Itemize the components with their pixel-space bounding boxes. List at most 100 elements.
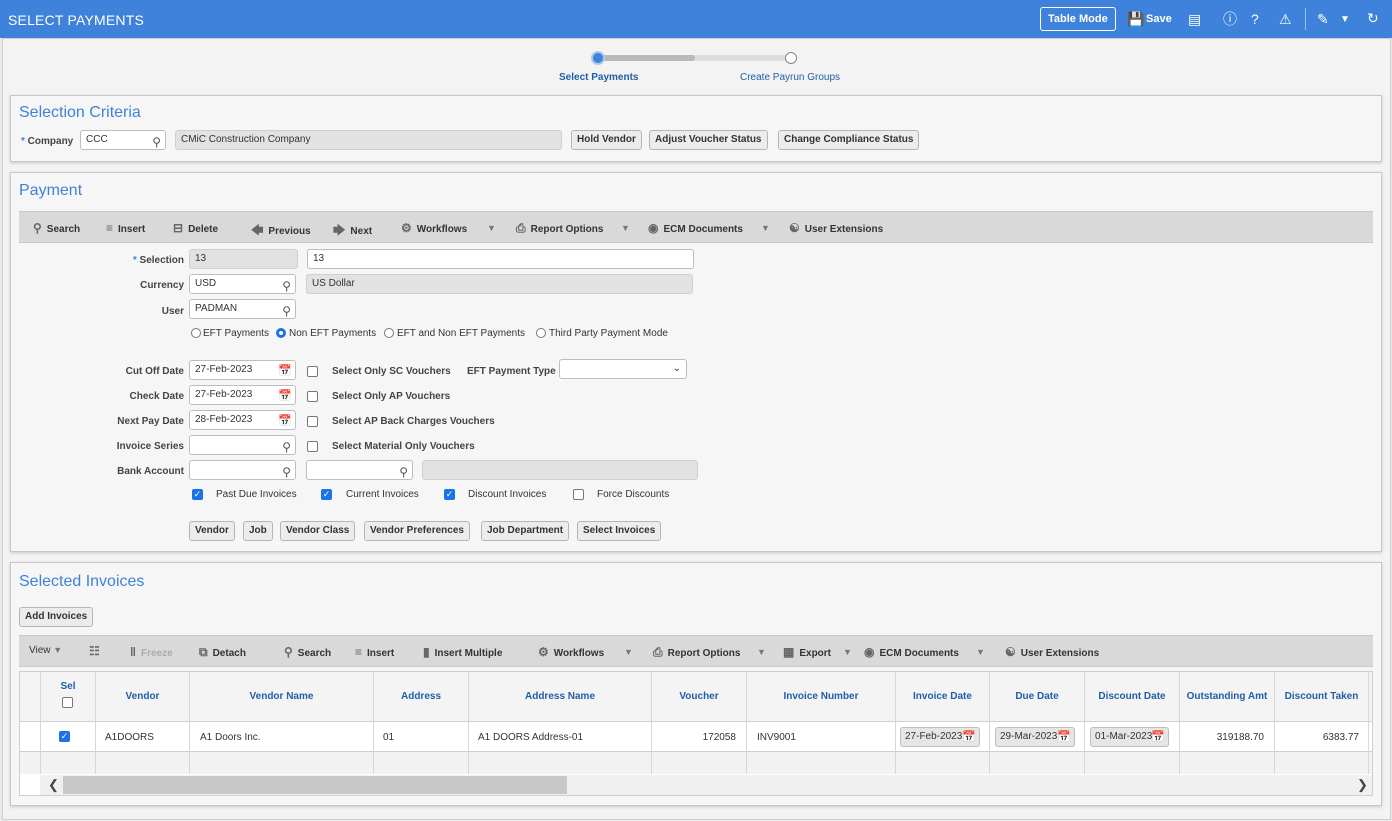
column-header-invoice-number[interactable]: Invoice Number bbox=[747, 691, 895, 702]
company-field[interactable]: CCC ⚲ bbox=[80, 130, 166, 150]
cell-outstanding-amt[interactable]: 319188.70 bbox=[1180, 732, 1264, 743]
toolbar-view[interactable]: View ▼ bbox=[29, 645, 62, 656]
step-2-marker[interactable] bbox=[785, 52, 797, 64]
third-party-radio[interactable] bbox=[536, 328, 546, 338]
toolbar-user-extensions[interactable]: ☯ User Extensions bbox=[1005, 645, 1099, 659]
search-icon[interactable]: ⚲ bbox=[399, 463, 408, 481]
force-discounts-checkbox[interactable] bbox=[573, 489, 584, 500]
search-icon[interactable]: ⚲ bbox=[152, 133, 161, 151]
calendar-icon[interactable]: 📅 bbox=[1057, 728, 1071, 746]
bank-account-2-field[interactable]: ⚲ bbox=[306, 460, 413, 480]
chevron-down-icon[interactable]: ▼ bbox=[976, 647, 985, 657]
select-only-sc-checkbox[interactable] bbox=[307, 366, 318, 377]
scroll-left-icon[interactable]: ❮ bbox=[48, 777, 59, 793]
column-header-voucher[interactable]: Voucher bbox=[652, 691, 746, 702]
toolbar-workflows[interactable]: ⚙ Workflows bbox=[401, 221, 467, 235]
toolbar-insert[interactable]: ≡ Insert bbox=[355, 645, 394, 659]
column-header-address[interactable]: Address bbox=[374, 691, 468, 702]
eft-and-non-eft-radio[interactable] bbox=[384, 328, 394, 338]
user-field[interactable]: PADMAN ⚲ bbox=[189, 299, 296, 319]
change-compliance-status-button[interactable]: Change Compliance Status bbox=[778, 130, 920, 150]
cell-vendor-name[interactable]: A1 Doors Inc. bbox=[200, 732, 261, 743]
cell-invoice-number[interactable]: INV9001 bbox=[757, 732, 796, 743]
calendar-icon[interactable]: 📅 bbox=[278, 387, 292, 405]
cell-due-date[interactable]: 29-Mar-2023 📅 bbox=[995, 727, 1075, 747]
check-date-field[interactable]: 27-Feb-2023 📅 bbox=[189, 385, 296, 405]
eft-payments-radio[interactable] bbox=[191, 328, 201, 338]
column-header-vendor[interactable]: Vendor bbox=[96, 691, 189, 702]
chevron-down-icon[interactable]: ▼ bbox=[621, 223, 630, 233]
column-header-sel[interactable]: Sel bbox=[41, 681, 95, 692]
cell-vendor[interactable]: A1DOORS bbox=[105, 732, 154, 743]
toolbar-ecm-documents[interactable]: ◉ ECM Documents bbox=[648, 221, 743, 235]
save-button[interactable]: Save bbox=[1146, 13, 1172, 25]
toolbar-freeze[interactable]: ‖ Freeze bbox=[130, 645, 173, 659]
chevron-down-icon[interactable]: ▼ bbox=[761, 223, 770, 233]
select-invoices-button[interactable]: Select Invoices bbox=[577, 521, 662, 541]
toolbar-report-options[interactable]: ⎙ Report Options bbox=[516, 221, 603, 236]
toolbar-next[interactable]: 🡆 Next bbox=[333, 221, 372, 242]
toolbar-report-options[interactable]: ⎙ Report Options bbox=[653, 645, 740, 660]
row-select-checkbox[interactable]: ✓ bbox=[59, 731, 70, 742]
cell-address-name[interactable]: A1 DOORS Address-01 bbox=[478, 732, 583, 743]
warning-icon[interactable]: ⚠ bbox=[1279, 12, 1292, 26]
column-header-discount-date[interactable]: Discount Date bbox=[1085, 691, 1179, 702]
select-only-ap-checkbox[interactable] bbox=[307, 391, 318, 402]
column-header-invoice-date[interactable]: Invoice Date bbox=[896, 691, 989, 702]
column-header-outstanding-amt[interactable]: Outstanding Amt bbox=[1180, 691, 1274, 702]
cutoff-date-field[interactable]: 27-Feb-2023 📅 bbox=[189, 360, 296, 380]
calendar-icon[interactable]: 📅 bbox=[278, 412, 292, 430]
vendor-class-button[interactable]: Vendor Class bbox=[280, 521, 356, 541]
currency-field[interactable]: USD ⚲ bbox=[189, 274, 296, 294]
cell-discount-date[interactable]: 01-Mar-2023 📅 bbox=[1090, 727, 1169, 747]
print-icon[interactable]: ▤ bbox=[1188, 12, 1201, 26]
calendar-icon[interactable]: 📅 bbox=[962, 728, 976, 746]
next-pay-date-field[interactable]: 28-Feb-2023 📅 bbox=[189, 410, 296, 430]
selection-desc-field[interactable]: 13 bbox=[307, 249, 694, 269]
toolbar-ecm-documents[interactable]: ◉ ECM Documents bbox=[864, 645, 959, 659]
job-button[interactable]: Job bbox=[243, 521, 273, 541]
toolbar-search[interactable]: ⚲ Search bbox=[33, 221, 80, 235]
job-department-button[interactable]: Job Department bbox=[481, 521, 570, 541]
column-header-discount-taken[interactable]: Discount Taken bbox=[1275, 691, 1368, 702]
toolbar-user-extensions[interactable]: ☯ User Extensions bbox=[789, 221, 883, 235]
info-icon[interactable]: ⓘ bbox=[1223, 12, 1237, 26]
hold-vendor-button[interactable]: Hold Vendor bbox=[571, 130, 642, 150]
search-icon[interactable]: ⚲ bbox=[282, 302, 291, 320]
chevron-down-icon[interactable]: ▼ bbox=[624, 647, 633, 657]
select-all-checkbox[interactable] bbox=[62, 697, 73, 708]
calendar-icon[interactable]: 📅 bbox=[1151, 728, 1165, 746]
toolbar-delete[interactable]: ⊟ Delete bbox=[173, 221, 218, 235]
search-icon[interactable]: ⚲ bbox=[282, 463, 291, 481]
past-due-invoices-checkbox[interactable]: ✓ bbox=[192, 489, 203, 500]
chevron-down-icon[interactable]: ▼ bbox=[843, 647, 852, 657]
step-1-marker[interactable] bbox=[591, 51, 605, 65]
help-icon[interactable]: ? bbox=[1251, 12, 1259, 26]
cell-address[interactable]: 01 bbox=[383, 732, 394, 743]
vendor-preferences-button[interactable]: Vendor Preferences bbox=[364, 521, 470, 541]
chevron-down-icon[interactable]: ▼ bbox=[487, 223, 496, 233]
invoice-series-field[interactable]: ⚲ bbox=[189, 435, 296, 455]
step-2-label[interactable]: Create Payrun Groups bbox=[740, 72, 840, 83]
adjust-voucher-status-button[interactable]: Adjust Voucher Status bbox=[649, 130, 768, 150]
save-icon[interactable]: 💾 bbox=[1127, 12, 1144, 26]
table-mode-button[interactable]: Table Mode bbox=[1040, 7, 1116, 31]
discount-invoices-checkbox[interactable]: ✓ bbox=[444, 489, 455, 500]
vendor-button[interactable]: Vendor bbox=[189, 521, 235, 541]
toolbar-workflows[interactable]: ⚙ Workflows bbox=[538, 645, 604, 659]
toolbar-export[interactable]: ▦ Export bbox=[783, 645, 831, 659]
chevron-down-icon[interactable]: ▼ bbox=[1340, 13, 1350, 27]
column-header-vendor-name[interactable]: Vendor Name bbox=[190, 691, 373, 702]
filter-icon[interactable]: ☷ bbox=[89, 644, 105, 658]
calendar-icon[interactable]: 📅 bbox=[278, 362, 292, 380]
toolbar-previous[interactable]: 🡄 Previous bbox=[251, 221, 311, 242]
column-header-due-date[interactable]: Due Date bbox=[990, 691, 1084, 702]
scroll-right-icon[interactable]: ❯ bbox=[1357, 777, 1368, 793]
step-1-label[interactable]: Select Payments bbox=[559, 72, 639, 83]
refresh-icon[interactable]: ↻ bbox=[1367, 11, 1379, 25]
cell-discount-taken[interactable]: 6383.77 bbox=[1275, 732, 1359, 743]
non-eft-payments-radio[interactable] bbox=[276, 328, 286, 338]
search-icon[interactable]: ⚲ bbox=[282, 438, 291, 456]
column-header-address-name[interactable]: Address Name bbox=[469, 691, 651, 702]
edit-icon[interactable]: ✎ bbox=[1317, 12, 1329, 26]
